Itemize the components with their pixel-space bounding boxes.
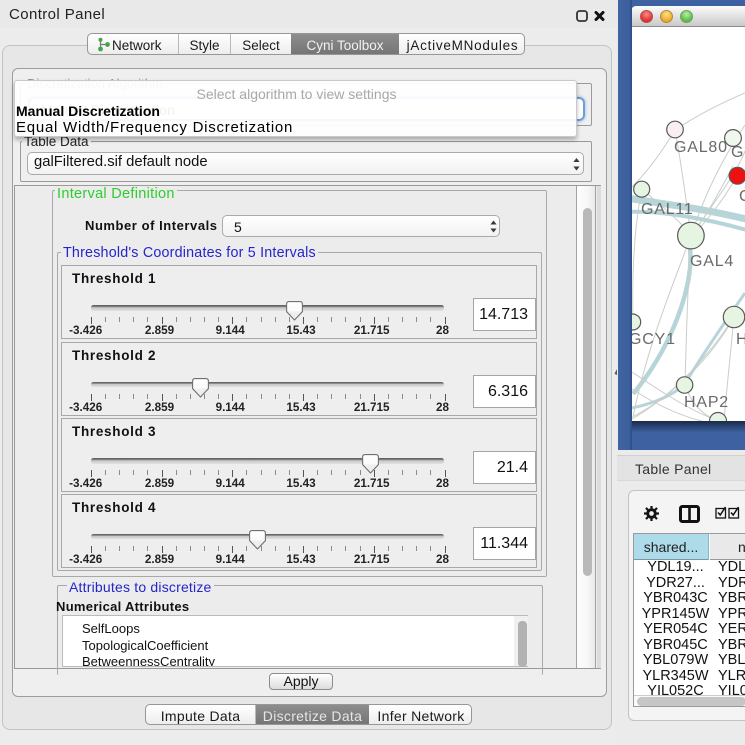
svg-text:GAL4: GAL4 bbox=[690, 253, 734, 270]
svg-text:C: C bbox=[739, 188, 745, 205]
svg-text:GAL11: GAL11 bbox=[641, 201, 694, 218]
svg-text:HAP2: HAP2 bbox=[684, 394, 729, 411]
svg-text:G: G bbox=[731, 144, 744, 161]
svg-text:GCY1: GCY1 bbox=[632, 331, 676, 348]
svg-text:GAL80: GAL80 bbox=[674, 139, 728, 156]
svg-text:H: H bbox=[736, 331, 745, 348]
